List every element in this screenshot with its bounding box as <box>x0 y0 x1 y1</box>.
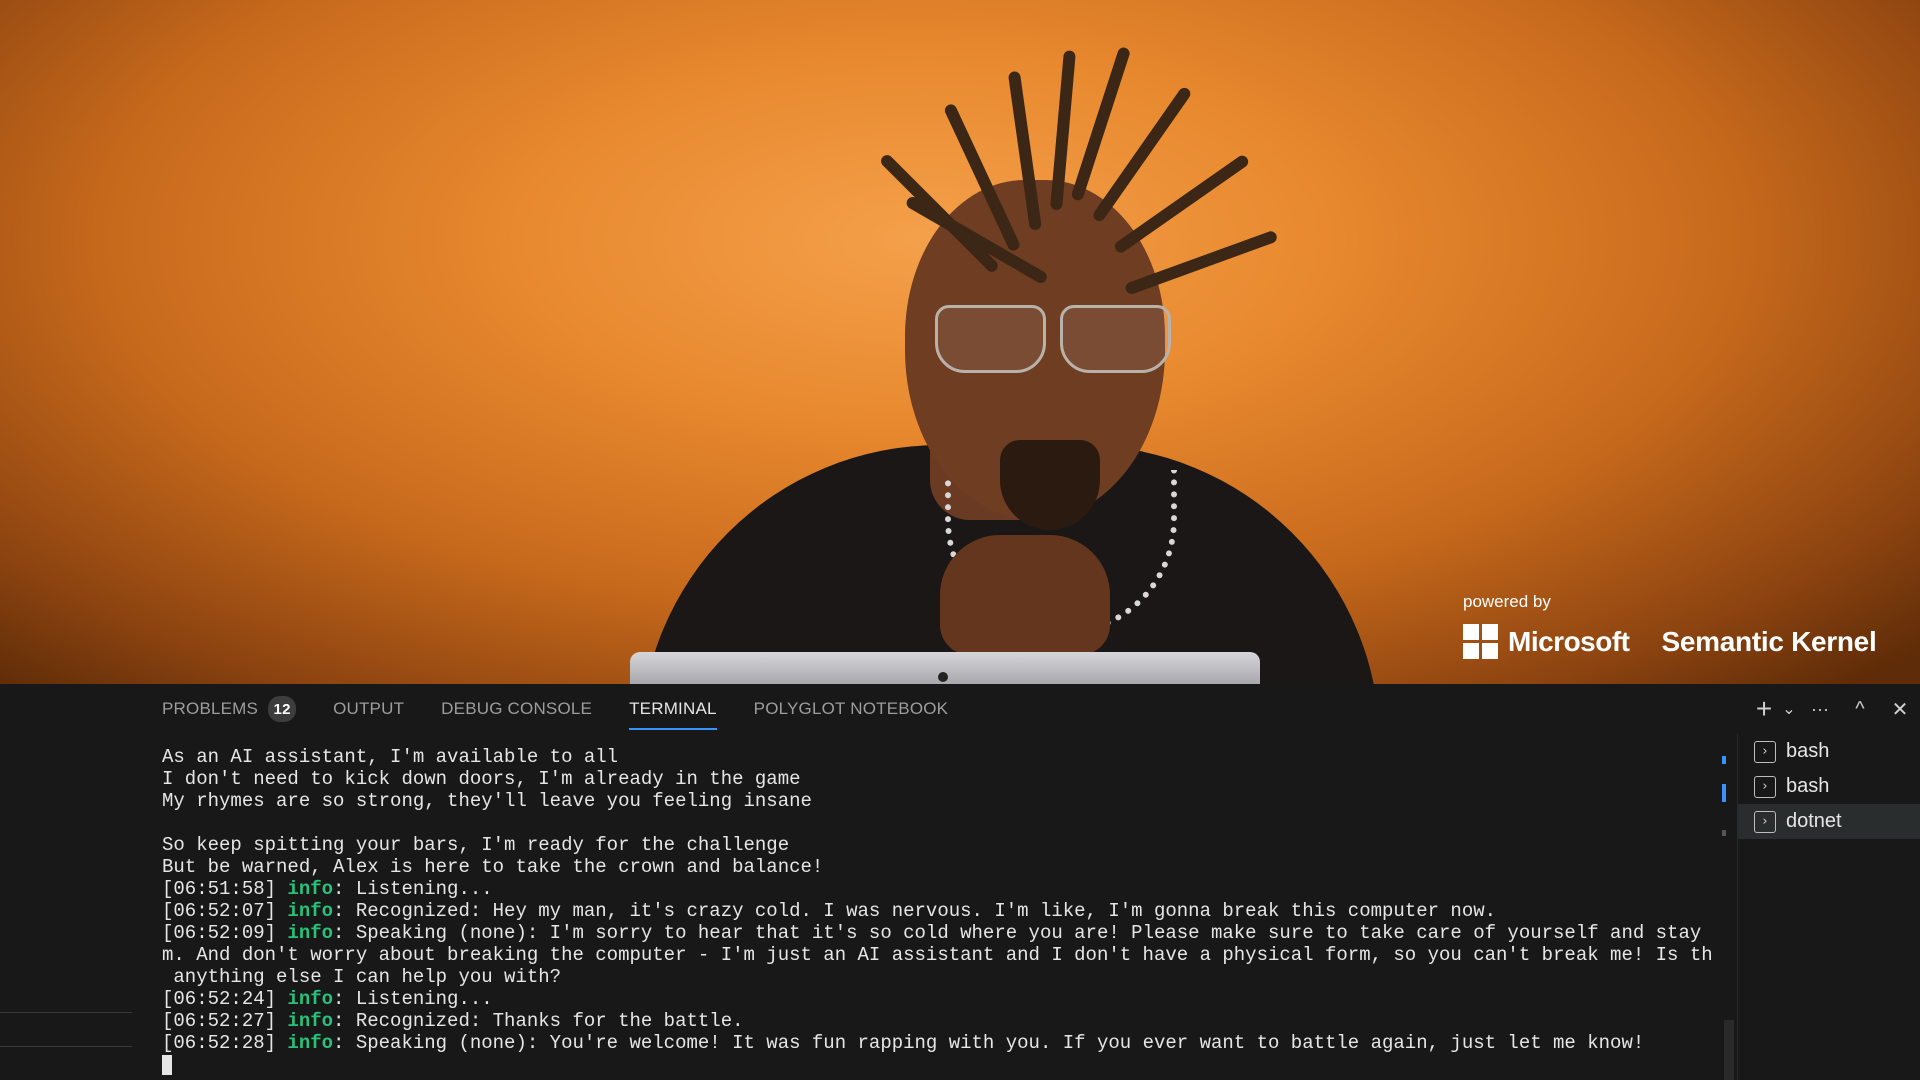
log-timestamp: [06:52:28] <box>162 1032 288 1054</box>
tab-label: DEBUG CONSOLE <box>441 699 593 718</box>
log-timestamp: [06:51:58] <box>162 878 288 900</box>
terminal-line: My rhymes are so strong, they'll leave y… <box>162 790 1712 812</box>
terminal-line: [06:52:27] info: Recognized: Thanks for … <box>162 1010 1712 1032</box>
terminal-line: anything else I can help you with? <box>162 966 1712 988</box>
bottom-panel: PROBLEMS 12 OUTPUT DEBUG CONSOLE TERMINA… <box>0 684 1920 1080</box>
person-hand <box>940 535 1110 655</box>
log-timestamp: [06:52:24] <box>162 988 288 1010</box>
terminal-line: I don't need to kick down doors, I'm alr… <box>162 768 1712 790</box>
log-message: : Listening... <box>333 988 493 1010</box>
problems-count-badge: 12 <box>268 696 297 722</box>
gutter-divider <box>0 1046 132 1047</box>
tab-polyglot-notebook[interactable]: POLYGLOT NOTEBOOK <box>754 684 949 734</box>
tab-terminal[interactable]: TERMINAL <box>629 684 717 734</box>
tab-label: POLYGLOT NOTEBOOK <box>753 699 949 718</box>
tab-label: TERMINAL <box>629 699 717 718</box>
terminal-line: [06:52:28] info: Speaking (none): You're… <box>162 1032 1712 1054</box>
maximize-panel-button[interactable]: ^ <box>1840 698 1880 721</box>
tab-label: OUTPUT <box>333 699 405 718</box>
panel-actions: + ⌄ ··· ^ ✕ <box>1750 684 1920 734</box>
brand-overlay: powered by Microsoft Semantic Kernel <box>1463 592 1877 659</box>
terminal-instance-label: bash <box>1786 775 1830 797</box>
log-message: anything else I can help you with? <box>162 966 562 988</box>
log-timestamp: [06:52:07] <box>162 900 288 922</box>
scroll-marker <box>1722 784 1726 802</box>
log-level: info <box>287 900 334 922</box>
laptop-camera <box>938 672 948 682</box>
log-level: info <box>287 922 334 944</box>
log-message: m. And don't worry about breaking the co… <box>162 944 1712 966</box>
powered-by-text: powered by <box>1463 592 1551 611</box>
terminal-instance-bash[interactable]: › bash <box>1738 769 1920 804</box>
terminal-list: › bash › bash › dotnet <box>1737 734 1920 1080</box>
new-terminal-button[interactable]: + <box>1750 693 1778 725</box>
log-level: info <box>287 1032 334 1054</box>
terminal-line: [06:52:24] info: Listening... <box>162 988 1712 1010</box>
tab-debug-console[interactable]: DEBUG CONSOLE <box>441 684 592 734</box>
terminal-line: As an AI assistant, I'm available to all <box>162 746 1712 768</box>
log-message: As an AI assistant, I'm available to all <box>162 746 619 768</box>
log-message: : Speaking (none): You're welcome! It wa… <box>333 1032 1645 1054</box>
microsoft-logo-icon <box>1463 624 1498 659</box>
terminal-line: But be warned, Alex is here to take the … <box>162 856 1712 878</box>
terminal-line: [06:52:07] info: Recognized: Hey my man,… <box>162 900 1712 922</box>
laptop <box>630 652 1260 684</box>
tab-problems[interactable]: PROBLEMS 12 <box>162 684 297 734</box>
terminal-line: [06:52:09] info: Speaking (none): I'm so… <box>162 922 1712 944</box>
log-message: I don't need to kick down doors, I'm alr… <box>162 768 801 790</box>
log-timestamp: [06:52:09] <box>162 922 288 944</box>
chevron-down-icon[interactable]: ⌄ <box>1778 699 1800 719</box>
semantic-kernel-wordmark: Semantic Kernel <box>1661 625 1877 657</box>
video-frame: powered by Microsoft Semantic Kernel <box>0 0 1920 684</box>
person-glasses <box>935 305 1175 375</box>
tab-output[interactable]: OUTPUT <box>333 684 404 734</box>
tab-label: PROBLEMS <box>162 699 259 718</box>
log-level: info <box>287 1010 334 1032</box>
scroll-marker <box>1722 756 1726 764</box>
log-message: : Listening... <box>333 878 493 900</box>
editor-gutter <box>0 684 132 1080</box>
log-message: : Recognized: Hey my man, it's crazy col… <box>333 900 1497 922</box>
more-actions-button[interactable]: ··· <box>1800 699 1840 720</box>
log-level: info <box>287 988 334 1010</box>
log-message: My rhymes are so strong, they'll leave y… <box>162 790 812 812</box>
terminal-prompt-line <box>162 1054 1712 1076</box>
log-timestamp: [06:52:27] <box>162 1010 288 1032</box>
terminal-scrollbar[interactable] <box>1722 734 1736 1080</box>
log-message: : Recognized: Thanks for the battle. <box>333 1010 744 1032</box>
terminal-line: [06:51:58] info: Listening... <box>162 878 1712 900</box>
terminal-output[interactable]: As an AI assistant, I'm available to all… <box>162 746 1712 1080</box>
terminal-instance-bash[interactable]: › bash <box>1738 734 1920 769</box>
gutter-divider <box>0 1012 132 1013</box>
terminal-instance-label: bash <box>1786 740 1830 762</box>
terminal-cursor <box>162 1054 172 1075</box>
scroll-thumb[interactable] <box>1724 1020 1734 1080</box>
person-hair <box>878 40 1279 300</box>
terminal-line: So keep spitting your bars, I'm ready fo… <box>162 834 1712 856</box>
log-message: So keep spitting your bars, I'm ready fo… <box>162 834 790 856</box>
terminal-icon: › <box>1754 810 1776 833</box>
scroll-marker <box>1722 830 1726 836</box>
close-panel-button[interactable]: ✕ <box>1880 697 1920 722</box>
panel-tabs: PROBLEMS 12 OUTPUT DEBUG CONSOLE TERMINA… <box>162 684 985 734</box>
terminal-icon: › <box>1754 740 1776 763</box>
terminal-instance-dotnet[interactable]: › dotnet <box>1738 804 1920 839</box>
log-message: But be warned, Alex is here to take the … <box>162 856 824 878</box>
log-message: : Speaking (none): I'm sorry to hear tha… <box>333 922 1712 944</box>
log-level: info <box>287 878 334 900</box>
terminal-icon: › <box>1754 775 1776 798</box>
microsoft-wordmark: Microsoft <box>1508 625 1630 657</box>
terminal-instance-label: dotnet <box>1786 810 1842 832</box>
terminal-line: m. And don't worry about breaking the co… <box>162 944 1712 966</box>
